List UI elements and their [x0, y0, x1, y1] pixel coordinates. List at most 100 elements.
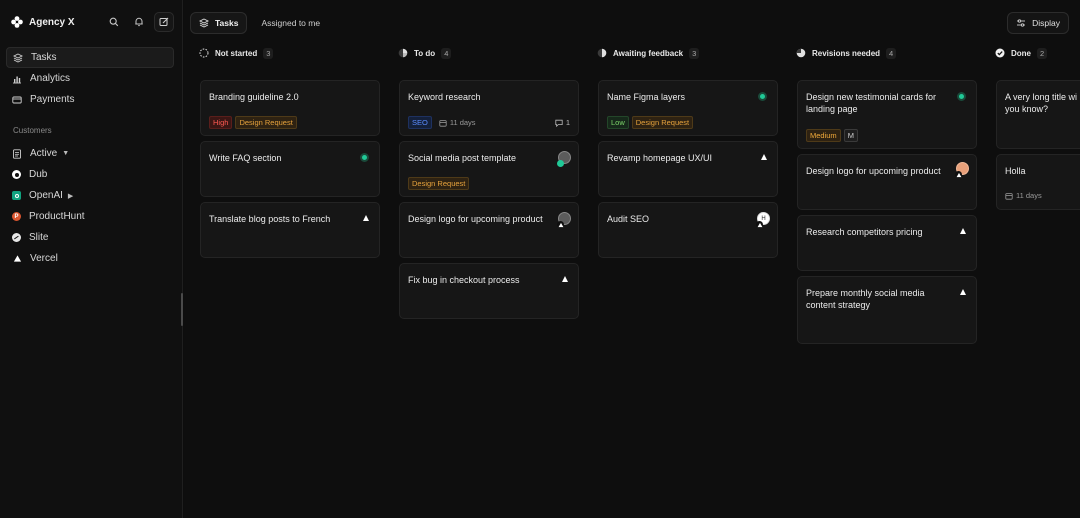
column-done: Done 2: [980, 42, 1080, 64]
vercel-badge-icon: [955, 171, 962, 178]
task-card[interactable]: Design new testimonial cards for landing…: [797, 80, 977, 149]
search-icon: [109, 17, 119, 27]
customers-list: Active ▼ Dub OpenAI ▶ P ProductHunt Slit…: [6, 143, 174, 269]
nav-item-label: Payments: [30, 94, 75, 105]
customer-label: Dub: [29, 169, 48, 180]
caret-down-icon: ▼: [62, 150, 70, 157]
column-title: Awaiting feedback: [613, 48, 684, 58]
openai-assignee-icon: [957, 92, 966, 101]
column-to-do: To do 4: [383, 42, 563, 64]
kanban-board: Not started 3 Branding guideline 2.0 Hig…: [184, 42, 1080, 518]
task-title: Fix bug in checkout process: [408, 275, 520, 285]
search-button[interactable]: [104, 12, 124, 32]
display-button[interactable]: Display: [1007, 12, 1069, 34]
task-card[interactable]: A very long title wi you know?: [996, 80, 1080, 149]
status-done-icon: [995, 48, 1005, 58]
workspace-name: Agency X: [29, 16, 75, 28]
due-date: 11 days: [1005, 191, 1042, 200]
task-card[interactable]: Branding guideline 2.0 High Design Reque…: [200, 80, 380, 136]
task-card[interactable]: Research competitors pricing: [797, 215, 977, 271]
customer-label: OpenAI: [29, 190, 63, 201]
tab-label: Assigned to me: [261, 18, 321, 28]
column-title: Not started: [215, 48, 258, 58]
agency-logo-icon: [11, 16, 23, 28]
task-title: Design logo for upcoming product: [408, 214, 543, 224]
tab-tasks[interactable]: Tasks: [190, 12, 248, 34]
compose-icon: [159, 17, 169, 27]
status-todo-icon: [398, 48, 408, 58]
task-title: Write FAQ section: [209, 153, 282, 163]
comments-count: 1: [555, 118, 570, 127]
customer-label: Vercel: [30, 253, 58, 264]
due-date-text: 11 days: [449, 118, 476, 127]
label-tag: SEO: [408, 116, 432, 129]
document-icon: [12, 148, 22, 159]
task-card[interactable]: Fix bug in checkout process: [399, 263, 579, 319]
vercel-assignee-icon: [761, 154, 767, 160]
label-tag: Design Request: [408, 177, 470, 190]
column-title: To do: [414, 48, 436, 58]
nav-item-analytics[interactable]: Analytics: [6, 68, 174, 89]
column-title: Revisions needed: [812, 48, 881, 58]
task-title: Design new testimonial cards for landing…: [806, 92, 937, 114]
notifications-button[interactable]: [129, 12, 149, 32]
task-title: Audit SEO: [607, 214, 650, 224]
view-tabs: Tasks Assigned to me: [190, 12, 328, 34]
task-card[interactable]: Keyword research SEO 11 days 1: [399, 80, 579, 136]
openai-assignee-icon: [758, 92, 767, 101]
task-title: Social media post template: [408, 153, 517, 163]
customer-item-dub[interactable]: Dub: [6, 164, 174, 185]
task-title: Name Figma layers: [607, 92, 686, 102]
task-card[interactable]: Prepare monthly social media content str…: [797, 276, 977, 344]
column-count: 2: [1037, 47, 1048, 59]
task-title: Holla: [1005, 166, 1026, 176]
task-card[interactable]: Translate blog posts to French: [200, 202, 380, 258]
comment-icon: [555, 119, 563, 127]
task-card[interactable]: Social media post template Design Reques…: [399, 141, 579, 197]
column-not-started: Not started 3: [184, 42, 364, 64]
priority-tag: Medium: [806, 129, 841, 142]
column-header: Revisions needed 4: [781, 42, 961, 64]
nav-item-tasks[interactable]: Tasks: [6, 47, 174, 68]
sidebar-resize-handle[interactable]: [181, 293, 183, 326]
priority-tag: Low: [607, 116, 629, 129]
task-card[interactable]: Audit SEO H: [598, 202, 778, 258]
task-card[interactable]: Design logo for upcoming product: [797, 154, 977, 210]
column-title: Done: [1011, 48, 1031, 58]
producthunt-logo-icon: P: [12, 212, 21, 221]
task-title: Revamp homepage UX/UI: [607, 153, 713, 163]
calendar-icon: [1005, 192, 1013, 200]
vercel-badge-icon: [557, 221, 564, 228]
sliders-icon: [1016, 18, 1026, 28]
new-task-button[interactable]: [154, 12, 174, 32]
customer-item-slite[interactable]: Slite: [6, 227, 174, 248]
bell-icon: [134, 17, 144, 27]
column-revisions-needed: Revisions needed 4: [781, 42, 961, 64]
main-content: Tasks Assigned to me Display Not started…: [184, 0, 1080, 518]
customer-item-vercel[interactable]: Vercel: [6, 248, 174, 269]
display-label: Display: [1032, 18, 1060, 28]
task-card[interactable]: Revamp homepage UX/UI: [598, 141, 778, 197]
workspace-switcher[interactable]: Agency X: [11, 16, 75, 28]
slite-logo-icon: [12, 233, 21, 242]
task-title: Keyword research: [408, 92, 481, 102]
vercel-badge-icon: [756, 221, 763, 228]
nav-item-label: Analytics: [30, 73, 71, 84]
task-card[interactable]: Name Figma layers Low Design Request: [598, 80, 778, 136]
tab-label: Tasks: [215, 18, 239, 28]
comments-count-text: 1: [565, 118, 570, 127]
customers-section-label: Customers: [13, 126, 52, 135]
column-header: Done 2: [980, 42, 1080, 64]
task-card[interactable]: Holla 11 days: [996, 154, 1080, 210]
column-count: 3: [263, 47, 274, 59]
task-title: Design logo for upcoming product: [806, 166, 941, 176]
task-card[interactable]: Write FAQ section: [200, 141, 380, 197]
caret-right-icon: ▶: [67, 192, 74, 200]
nav-item-payments[interactable]: Payments: [6, 89, 174, 110]
customer-item-openai[interactable]: OpenAI ▶: [6, 185, 174, 206]
customer-item-producthunt[interactable]: P ProductHunt: [6, 206, 174, 227]
tab-assigned-to-me[interactable]: Assigned to me: [253, 12, 328, 34]
task-title: Branding guideline 2.0: [209, 92, 299, 102]
task-card[interactable]: Design logo for upcoming product: [399, 202, 579, 258]
customers-filter-active[interactable]: Active ▼: [6, 143, 174, 164]
